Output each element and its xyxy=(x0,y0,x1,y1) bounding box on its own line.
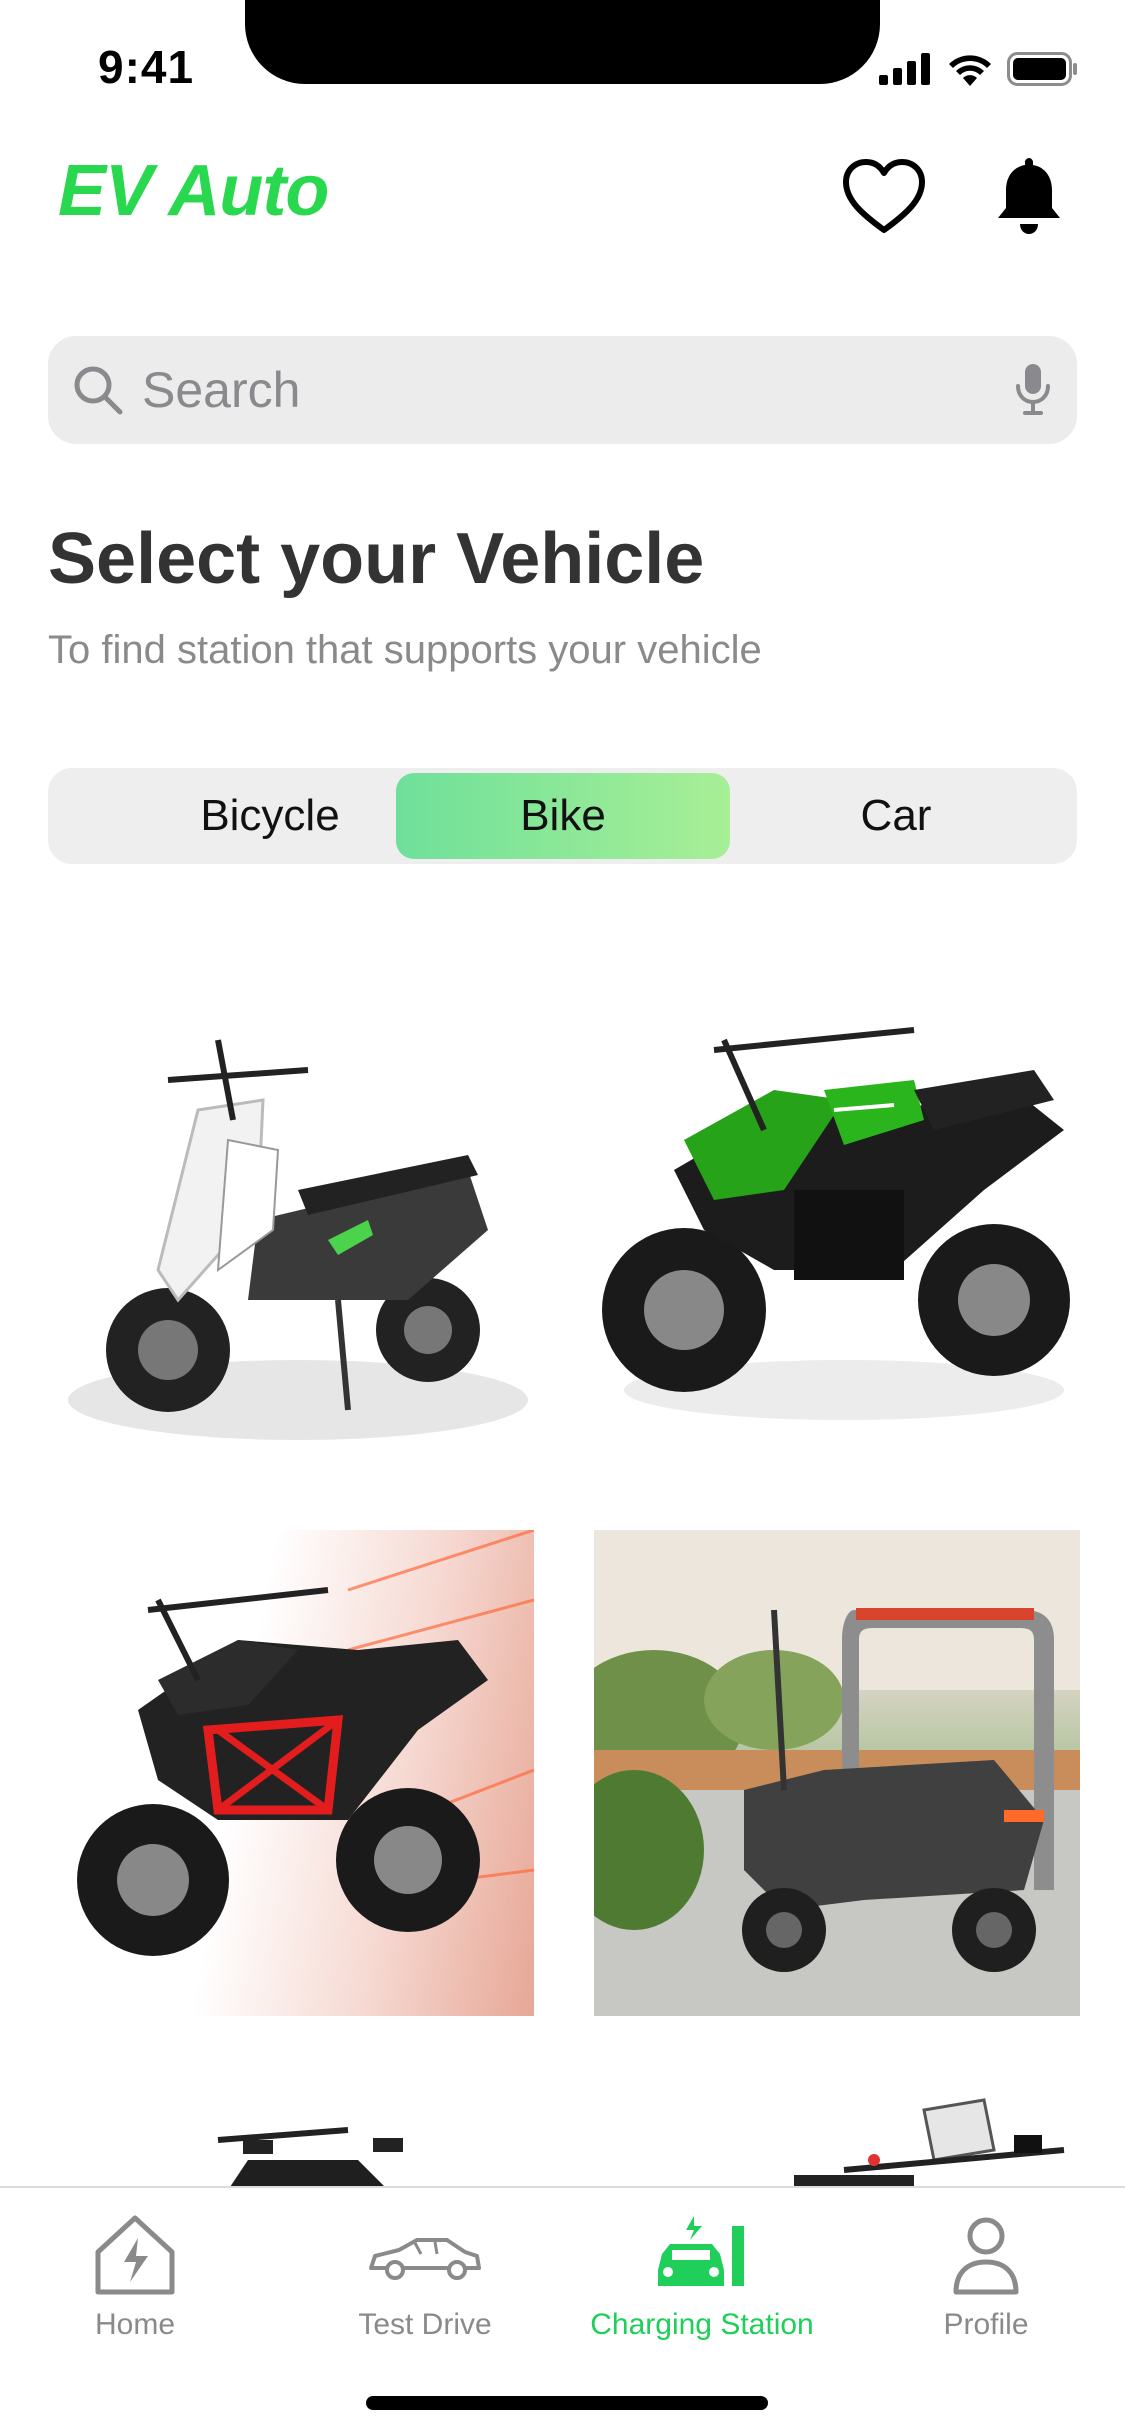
tab-label-test-drive: Test Drive xyxy=(358,2308,492,2341)
search-input[interactable] xyxy=(142,361,1013,419)
section-title: Select your Vehicle xyxy=(48,519,705,599)
app-brand-logo: EV Auto xyxy=(58,151,329,231)
search-bar[interactable] xyxy=(48,336,1077,444)
tab-charging-station[interactable]: Charging Station xyxy=(572,2212,832,2342)
favorites-button[interactable] xyxy=(840,152,928,240)
vehicle-card-partial-left[interactable] xyxy=(48,2090,534,2190)
grey-scooter-at-charging-station-image xyxy=(594,1530,1080,2016)
segment-bike[interactable]: Bike xyxy=(396,773,730,859)
status-icons xyxy=(879,52,1079,86)
search-icon xyxy=(74,366,123,415)
charging-car-icon xyxy=(658,2216,744,2286)
tab-label-charging-station: Charging Station xyxy=(590,2308,814,2341)
tab-home[interactable]: Home xyxy=(5,2212,265,2342)
microphone-icon[interactable] xyxy=(1013,362,1053,418)
segment-car[interactable]: Car xyxy=(729,773,1063,859)
black-motorcycle-partial-image xyxy=(217,2127,403,2190)
device-notch xyxy=(245,0,880,84)
vehicle-card-partial-right[interactable] xyxy=(594,2090,1080,2190)
segment-bicycle[interactable]: Bicycle xyxy=(103,773,437,859)
tab-profile[interactable]: Profile xyxy=(856,2212,1116,2342)
heart-icon xyxy=(843,159,925,233)
green-electric-motorcycle-image xyxy=(602,1027,1070,1420)
touring-motorcycle-partial-image xyxy=(794,2098,1065,2190)
section-subtitle: To find station that supports your vehic… xyxy=(48,628,762,672)
home-bolt-icon xyxy=(95,2215,175,2295)
status-time: 9:41 xyxy=(98,41,195,93)
bell-icon xyxy=(998,158,1060,234)
signal-icon xyxy=(879,53,930,85)
wifi-icon xyxy=(949,55,991,86)
vehicle-card-green-motorcycle[interactable] xyxy=(594,970,1080,1456)
notifications-button[interactable] xyxy=(985,152,1073,240)
vehicle-type-segmented-control: Bicycle Bike Car xyxy=(48,768,1077,864)
tab-test-drive[interactable]: Test Drive xyxy=(295,2212,555,2342)
vehicle-card-grey-scooter-charging[interactable] xyxy=(594,1530,1080,2016)
car-outline-icon xyxy=(369,2238,481,2280)
home-indicator[interactable] xyxy=(366,2396,768,2410)
vehicle-card-black-red-motorcycle[interactable] xyxy=(48,1530,534,2016)
white-electric-scooter-image xyxy=(68,1039,528,1440)
tab-label-home: Home xyxy=(94,2308,176,2341)
battery-icon xyxy=(1007,52,1077,86)
tab-label-profile: Profile xyxy=(943,2308,1029,2341)
black-red-electric-motorcycle-image xyxy=(77,1530,534,1956)
vehicle-card-white-scooter[interactable] xyxy=(48,970,534,1456)
person-icon xyxy=(953,2217,1019,2295)
status-bar: 9:41 xyxy=(0,0,1125,132)
